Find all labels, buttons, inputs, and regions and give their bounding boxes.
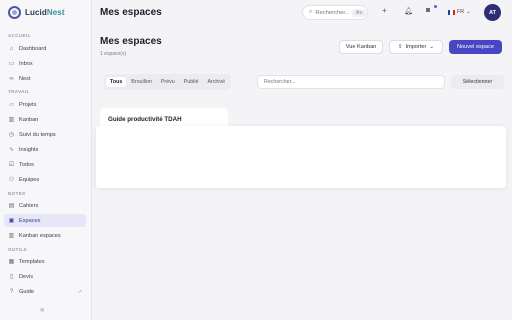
sidebar-item-espaces[interactable]: ▣ Espaces [4,214,86,227]
new-space-button[interactable]: Nouvel espace [449,40,502,54]
shortcut-badge: ⌘K [352,8,366,17]
upload-icon: ⇪ [397,44,403,50]
filter-prevu[interactable]: Prévu [157,77,179,87]
template-icon: ▦ [8,259,15,265]
chevron-down-icon: ⌄ [429,44,435,50]
filter-toolbar: Tous Brouillon Prévu Publié Archivé Séle… [104,74,504,90]
space-icon: ▣ [8,218,15,224]
page-subtitle: 1 espace(s) [100,51,127,57]
filter-tous[interactable]: Tous [106,77,127,87]
sidebar-item-kanban[interactable]: ▥ Kanban [4,113,86,126]
sidebar-item-dashboard[interactable]: ⌂ Dashboard [4,42,86,55]
dashboard-icon: ⌂ [9,45,14,52]
global-search-input[interactable] [315,9,350,16]
folder-icon: ▱ [9,102,14,108]
section-label-outils: OUTILS [8,247,27,252]
insights-icon: ∿ [8,147,15,153]
logo-text-part1: Lucid [25,8,47,17]
sidebar-item-suivi-du-temps[interactable]: ◷ Suivi du temps [4,128,86,141]
language-selector[interactable]: FR ⌄ [448,9,471,15]
select-button[interactable]: Sélectionner [451,75,504,89]
inbox-icon: ▭ [8,61,15,67]
guide-icon: ? [9,288,14,295]
global-search[interactable]: ⌕ ⌘K [302,5,368,20]
kanban-icon: ▥ [8,117,15,123]
logo-text-part2: Nest [46,8,65,17]
gamepad-icon[interactable]: ◙ [426,7,430,14]
sidebar-item-kanban-espaces[interactable]: ▥ Kanban espaces [4,229,86,242]
section-label-travail: TRAVAIL [8,89,30,94]
filter-publie[interactable]: Publié [180,77,203,87]
sidebar-item-guide[interactable]: ? Guide ↗ [4,285,86,298]
checklist-icon: ☑ [8,162,15,168]
sidebar-item-projets[interactable]: ▱ Projets [4,98,86,111]
app-logo[interactable]: LucidNest [8,6,65,19]
notification-dot [434,5,437,8]
sidebar-item-devis[interactable]: ▯ Devis [4,270,86,283]
quote-icon: ▯ [9,274,14,280]
spaces-search-input[interactable] [257,75,445,89]
sidebar-item-inbox[interactable]: ▭ Inbox [4,57,86,70]
link-icon: ∞ [9,75,14,82]
external-link-icon: ↗ [77,288,82,295]
sidebar: LucidNest ACCUEIL ⌂ Dashboard ▭ Inbox ∞ Nes… [0,0,92,320]
sidebar-item-nest[interactable]: ∞ Nest [4,72,86,85]
clock-icon: ◷ [8,132,15,138]
sidebar-item-cahiers[interactable]: ▤ Cahiers [4,199,86,212]
import-button[interactable]: ⇪ Importer ⌄ [389,40,443,54]
kanban-spaces-icon: ▥ [8,233,15,239]
sidebar-item-todos[interactable]: ☑ Todos [4,158,86,171]
search-icon: ⌕ [309,9,313,15]
sidebar-item-equipes[interactable]: ⚇ Equipes [4,173,86,186]
section-label-accueil: ACCUEIL [8,33,31,38]
filter-archive[interactable]: Archivé [203,77,229,87]
sidebar-item-insights[interactable]: ∿ Insights [4,143,86,156]
filter-brouillon[interactable]: Brouillon [127,77,156,87]
flag-fr-icon [448,9,455,15]
bell-icon[interactable]: 🔔︎ [404,7,413,15]
sidebar-item-templates[interactable]: ▦ Templates [4,255,86,268]
kanban-view-button[interactable]: Vue Kanban [339,40,383,54]
header-title: Mes espaces [100,7,162,18]
team-icon: ⚇ [8,177,15,183]
notebook-icon: ▤ [8,203,15,209]
top-bar: Mes espaces ⌕ ⌘K + 🔔︎ ◙ FR ⌄ AT [92,0,512,26]
space-card-title: Guide productivité TDAH [108,116,182,123]
page-title: Mes espaces [100,36,162,47]
logo-icon [8,6,21,19]
status-filter-tabs: Tous Brouillon Prévu Publié Archivé [104,74,232,90]
chevron-down-icon: ⌄ [466,9,471,15]
section-label-notes: NOTES [8,191,26,196]
plus-icon[interactable]: + [382,6,387,15]
collapse-sidebar-icon[interactable]: « [40,305,44,314]
user-avatar[interactable]: AT [484,4,501,21]
highlight-overlay [96,126,506,188]
